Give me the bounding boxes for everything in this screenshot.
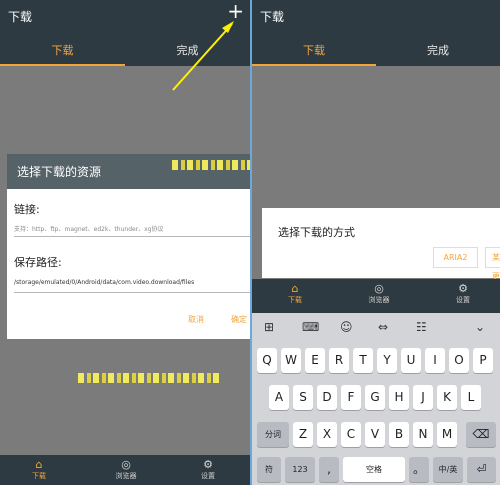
gear-icon: ⚙: [203, 458, 213, 471]
key-n[interactable]: N: [413, 422, 433, 447]
space-key[interactable]: 空格: [343, 457, 405, 482]
key-b[interactable]: B: [389, 422, 409, 447]
key-x[interactable]: X: [317, 422, 337, 447]
key-symbols[interactable]: 符: [257, 457, 281, 482]
nav-settings-label-right: 设置: [456, 296, 470, 304]
keyboard-layout-icon[interactable]: ⌨: [302, 320, 319, 334]
link-label: 链接:: [14, 203, 40, 216]
bottom-navigation-right: ⌂ 下载 ◎ 浏览器 ⚙ 设置: [252, 279, 500, 313]
key-q[interactable]: Q: [257, 348, 277, 373]
aria2-button[interactable]: ARIA2: [433, 247, 478, 268]
tab-bar-right: 下载 完成: [252, 36, 500, 66]
key-lang-switch[interactable]: 中/英: [433, 457, 463, 482]
nav-browser-label: 浏览器: [115, 472, 137, 480]
collapse-keyboard-icon[interactable]: ⌄: [475, 320, 485, 334]
key-period[interactable]: 。: [409, 457, 429, 482]
bottom-navigation: ⌂ 下载 ◎ 浏览器 ⚙ 设置: [0, 455, 250, 485]
clipboard-icon[interactable]: ☷: [416, 320, 427, 334]
nav-browser[interactable]: ◎ 浏览器: [91, 459, 161, 481]
tab-download-right[interactable]: 下载: [252, 42, 376, 58]
key-z[interactable]: Z: [293, 422, 313, 447]
key-c[interactable]: C: [341, 422, 361, 447]
key-w[interactable]: W: [281, 348, 301, 373]
home-icon: ⌂: [35, 458, 43, 471]
top-app-bar-right: 下载 下载 完成: [252, 0, 500, 66]
nav-settings-label: 设置: [201, 472, 215, 480]
key-f[interactable]: F: [341, 385, 361, 410]
right-phone-screen: 下载 下载 完成 选择下载的方式 ARIA2 某更 ⌂ 下载 ◎ 浏览器 ⚙ 设…: [252, 0, 500, 485]
browser-icon: ◎: [374, 282, 384, 295]
key-comma[interactable]: ,: [319, 457, 339, 482]
method-dialog-title: 选择下载的方式: [278, 226, 355, 239]
left-phone-screen: 下载 + 下载 完成 选择下载的资源 链接: 支持：http、ftp、magne…: [0, 0, 250, 485]
redacted-text-top: [172, 160, 250, 170]
key-h[interactable]: H: [389, 385, 409, 410]
select-resource-dialog: 选择下载的资源 链接: 支持：http、ftp、magnet、ed2k、thun…: [7, 154, 250, 339]
keyboard-grid-icon[interactable]: ⊞: [264, 320, 274, 334]
gear-icon: ⚙: [458, 282, 468, 295]
select-method-dialog: 选择下载的方式 ARIA2 某更: [262, 208, 500, 281]
key-m[interactable]: M: [437, 422, 457, 447]
cursor-move-icon[interactable]: ⇔: [378, 320, 388, 334]
nav-download-label-right: 下载: [288, 296, 302, 304]
nav-download-label: 下载: [32, 472, 46, 480]
confirm-button[interactable]: 确定: [231, 314, 247, 325]
enter-key[interactable]: ⏎: [467, 457, 496, 482]
key-u[interactable]: U: [401, 348, 421, 373]
key-123[interactable]: 123: [285, 457, 315, 482]
key-g[interactable]: G: [365, 385, 385, 410]
home-icon: ⌂: [291, 282, 299, 295]
cancel-button[interactable]: 取消: [188, 314, 204, 325]
backspace-key[interactable]: ⌫: [466, 422, 496, 447]
emoji-icon[interactable]: ☺: [340, 320, 353, 334]
link-input-placeholder: 支持：http、ftp、magnet、ed2k、thunder、xg协议: [14, 226, 164, 233]
redacted-text-bottom: [78, 373, 222, 383]
browser-icon: ◎: [121, 458, 131, 471]
active-tab-indicator-right: [252, 64, 376, 66]
link-input[interactable]: 支持：http、ftp、magnet、ed2k、thunder、xg协议: [14, 218, 250, 237]
key-l[interactable]: L: [461, 385, 481, 410]
key-i[interactable]: I: [425, 348, 445, 373]
save-path-value: /storage/emulated/0/Android/data/com.vid…: [14, 279, 195, 286]
key-k[interactable]: K: [437, 385, 457, 410]
soft-keyboard: ⊞ ⌨ ☺ ⇔ ☷ ⌄ Q W E R T Y U I O P A S D F …: [252, 313, 500, 485]
page-title-right: 下载: [260, 10, 285, 24]
tab-complete-right[interactable]: 完成: [376, 42, 500, 58]
key-y[interactable]: Y: [377, 348, 397, 373]
key-segment[interactable]: 分词: [257, 422, 289, 447]
key-a[interactable]: A: [269, 385, 289, 410]
key-r[interactable]: R: [329, 348, 349, 373]
nav-settings-right[interactable]: ⚙ 设置: [428, 283, 498, 305]
nav-settings[interactable]: ⚙ 设置: [173, 459, 243, 481]
key-o[interactable]: O: [449, 348, 469, 373]
key-e[interactable]: E: [305, 348, 325, 373]
keyboard-toolbar: ⊞ ⌨ ☺ ⇔ ☷ ⌄: [252, 313, 500, 341]
key-s[interactable]: S: [293, 385, 313, 410]
save-path-input[interactable]: /storage/emulated/0/Android/data/com.vid…: [14, 271, 250, 293]
other-method-button[interactable]: 某更: [485, 247, 500, 281]
save-path-label: 保存路径:: [14, 256, 62, 269]
key-p[interactable]: P: [473, 348, 493, 373]
nav-browser-right[interactable]: ◎ 浏览器: [344, 283, 414, 305]
nav-browser-label-right: 浏览器: [368, 296, 390, 304]
key-t[interactable]: T: [353, 348, 373, 373]
key-j[interactable]: J: [413, 385, 433, 410]
nav-download[interactable]: ⌂ 下载: [4, 459, 74, 481]
key-d[interactable]: D: [317, 385, 337, 410]
key-v[interactable]: V: [365, 422, 385, 447]
nav-download-right[interactable]: ⌂ 下载: [260, 283, 330, 305]
